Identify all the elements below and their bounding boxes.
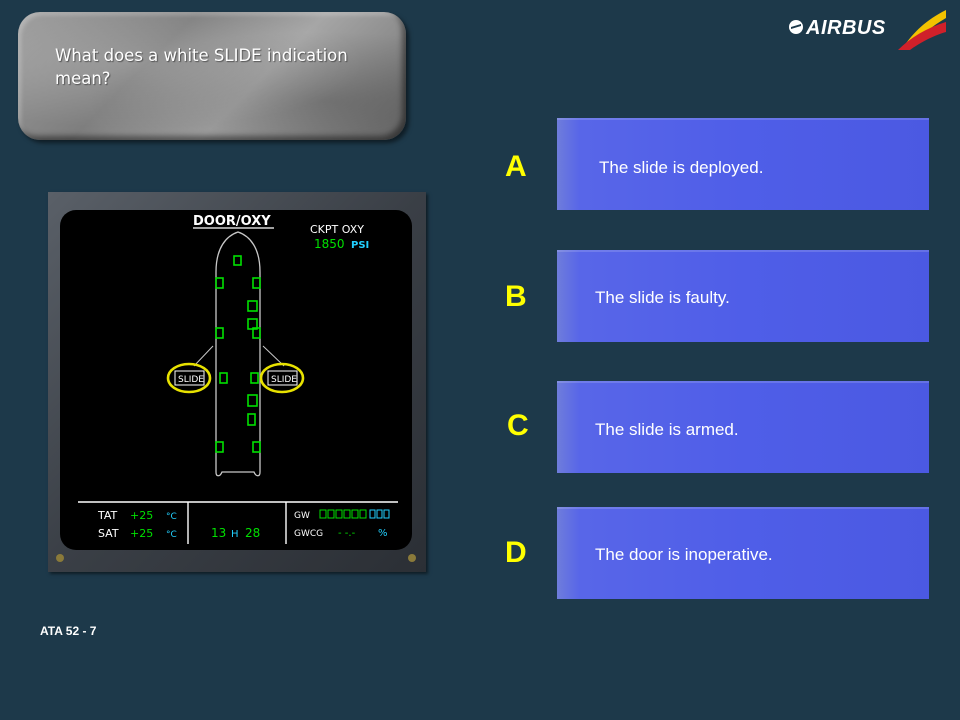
footer-ata-code: ATA 52 - 7 bbox=[40, 624, 97, 638]
ckpt-oxy-value: 1850 bbox=[314, 237, 345, 251]
answer-letter-a: A bbox=[505, 150, 527, 183]
answer-option-a[interactable]: The slide is deployed. bbox=[557, 118, 929, 210]
time-h-label: H bbox=[231, 529, 239, 540]
time-hours: 13 bbox=[211, 526, 226, 540]
slide-label-right: SLIDE bbox=[271, 375, 297, 385]
gw-label: GW bbox=[294, 511, 310, 521]
answer-text-d: The door is inoperative. bbox=[595, 545, 773, 564]
tat-unit: °C bbox=[166, 512, 177, 522]
answer-option-b[interactable]: The slide is faulty. bbox=[557, 250, 929, 342]
answer-option-d[interactable]: The door is inoperative. bbox=[557, 507, 929, 599]
answer-text-c: The slide is armed. bbox=[595, 420, 739, 439]
answer-text-b: The slide is faulty. bbox=[595, 288, 730, 307]
gwcg-label: GWCG bbox=[294, 529, 323, 539]
ckpt-oxy-unit: PSI bbox=[351, 240, 369, 251]
answer-letter-d: D bbox=[505, 536, 527, 569]
answer-letter-b: B bbox=[505, 280, 527, 313]
answer-text-a: The slide is deployed. bbox=[599, 158, 764, 177]
question-text: What does a white SLIDE indication mean? bbox=[55, 46, 348, 88]
gwcg-value: - -.- bbox=[338, 528, 356, 539]
sat-label: SAT bbox=[98, 527, 119, 540]
ckpt-oxy-label: CKPT OXY bbox=[310, 223, 364, 236]
sat-value: +25 bbox=[130, 527, 153, 540]
answer-letter-c: C bbox=[507, 409, 529, 442]
screw-icon bbox=[408, 554, 416, 562]
tat-value: +25 bbox=[130, 509, 153, 522]
answer-option-c[interactable]: The slide is armed. bbox=[557, 381, 929, 473]
time-minutes: 28 bbox=[245, 526, 260, 540]
sat-unit: °C bbox=[166, 530, 177, 540]
ecam-door-oxy-page: DOOR/OXY CKPT OXY 1850 PSI SLIDE SLIDE T bbox=[56, 210, 416, 562]
tat-label: TAT bbox=[97, 509, 118, 522]
slide-label-left: SLIDE bbox=[178, 375, 204, 385]
gwcg-unit: % bbox=[378, 528, 388, 539]
ecam-page-title: DOOR/OXY bbox=[193, 214, 271, 229]
screw-icon bbox=[56, 554, 64, 562]
ecam-screen bbox=[60, 210, 412, 550]
airbus-wordmark: AIRBUS bbox=[806, 17, 886, 39]
